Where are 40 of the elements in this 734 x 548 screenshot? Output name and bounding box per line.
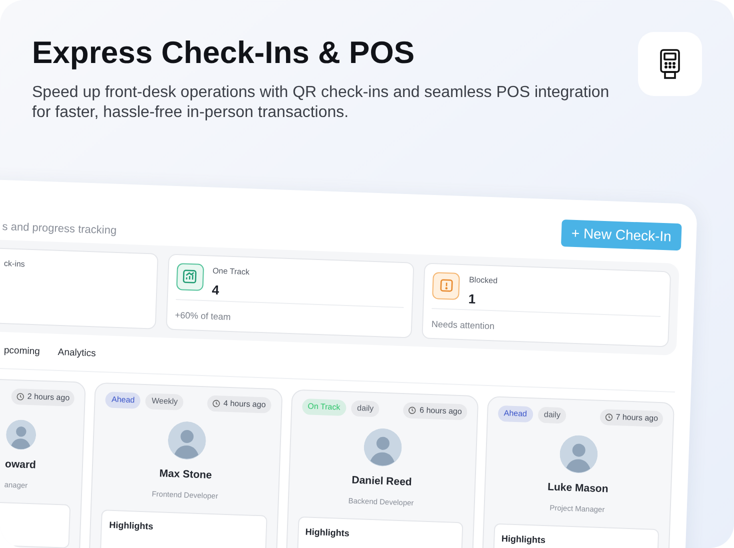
time-badge: 6 hours ago [403,402,468,420]
time-badge: 4 hours ago [207,394,272,414]
alert-icon [432,272,460,300]
person-name: oward [4,456,36,474]
stat-value: 1 [468,290,477,308]
avatar-placeholder [559,434,599,474]
frequency-badge: daily [350,400,380,417]
dashboard-subtitle: s and progress tracking [2,220,117,239]
avatar-placeholder [363,427,403,467]
stat-value: 4 [212,280,220,300]
avatar-placeholder [167,420,206,460]
highlights-heading: Highlights [108,518,154,534]
frequency-badge: Weekly [145,392,184,410]
stat-label: Blocked [468,274,498,287]
clock-icon [212,399,221,408]
page-title: Express Check-Ins & POS [32,34,416,72]
stat-footer: +60% of team [174,308,231,324]
time-badge: 2 hours ago [11,388,75,406]
time-badge: 7 hours ago [600,408,664,427]
clock-icon [16,392,24,401]
page-description: Speed up front-desk operations with QR check-ins and seamless POS integration for faster, hassle-free in-person transactions. [32,82,610,123]
tab[interactable]: Analytics [58,345,96,362]
clock-icon [408,406,417,414]
avatar-placeholder [6,418,37,450]
status-badge: Ahead [498,405,534,422]
frequency-badge: daily [538,406,567,424]
stat-footer: Needs attention [431,318,495,334]
clock-icon [604,412,613,422]
stat-label: One Track [212,264,250,278]
tab[interactable]: pcoming [4,344,40,360]
highlights-heading: Highlights [501,532,547,547]
stat-label: ck-ins [4,258,26,270]
person-name: Luke Mason [547,480,608,497]
highlights-heading: Highlights [305,525,350,540]
person-name: Max Stone [159,466,212,484]
status-badge: Ahead [105,391,141,409]
chart-icon [176,262,204,290]
status-badge: On Track [301,398,346,416]
card-terminal-icon [660,49,680,79]
person-name: Daniel Reed [351,473,412,490]
